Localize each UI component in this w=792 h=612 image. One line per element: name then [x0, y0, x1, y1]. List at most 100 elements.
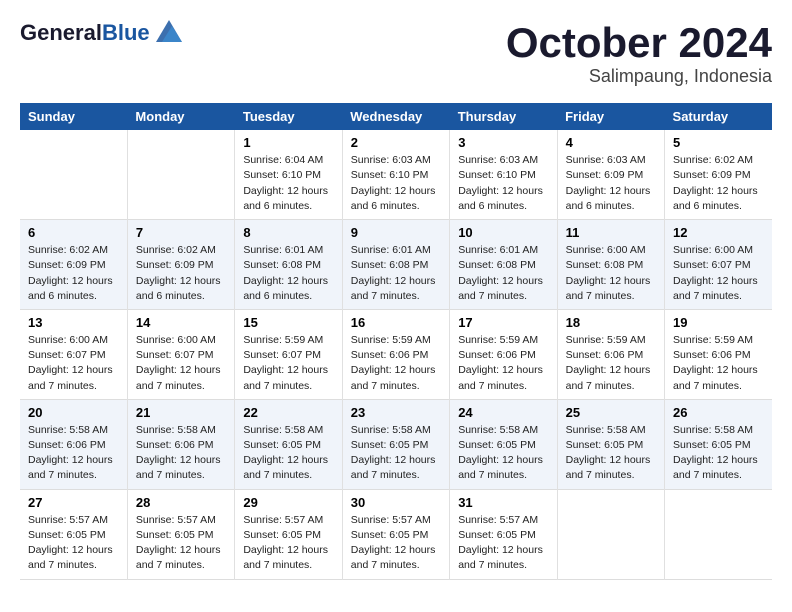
day-number: 27: [28, 495, 119, 510]
day-info: Sunrise: 6:03 AM Sunset: 6:09 PM Dayligh…: [566, 153, 656, 214]
calendar-cell-1-5: 3 Sunrise: 6:03 AM Sunset: 6:10 PM Daylig…: [450, 130, 557, 219]
calendar-cell-2-6: 11Sunrise: 6:00 AM Sunset: 6:08 PM Dayli…: [557, 220, 664, 310]
day-number: 26: [673, 405, 764, 420]
day-info: Sunrise: 5:58 AM Sunset: 6:05 PM Dayligh…: [243, 423, 333, 484]
day-number: 29: [243, 495, 333, 510]
calendar-cell-4-4: 23 Sunrise: 5:58 AM Sunset: 6:05 PM Dayli…: [342, 399, 449, 489]
calendar-cell-4-5: 24 Sunrise: 5:58 AM Sunset: 6:05 PM Dayli…: [450, 399, 557, 489]
calendar-cell-2-1: 6 Sunrise: 6:02 AM Sunset: 6:09 PM Daylig…: [20, 220, 127, 310]
calendar-cell-3-2: 14 Sunrise: 6:00 AM Sunset: 6:07 PM Dayli…: [127, 309, 234, 399]
day-number: 28: [136, 495, 226, 510]
location-subtitle: Salimpaung, Indonesia: [506, 66, 772, 87]
day-number: 20: [28, 405, 119, 420]
day-info: Sunrise: 6:02 AM Sunset: 6:09 PM Dayligh…: [136, 243, 226, 304]
day-number: 19: [673, 315, 764, 330]
day-info: Sunrise: 5:59 AM Sunset: 6:06 PM Dayligh…: [351, 333, 441, 394]
day-info: Sunrise: 6:03 AM Sunset: 6:10 PM Dayligh…: [351, 153, 441, 214]
day-number: 10: [458, 225, 548, 240]
weekday-thursday: Thursday: [450, 103, 557, 130]
title-block: October 2024 Salimpaung, Indonesia: [506, 20, 772, 87]
calendar-header: SundayMondayTuesdayWednesdayThursdayFrid…: [20, 103, 772, 130]
calendar-cell-5-1: 27 Sunrise: 5:57 AM Sunset: 6:05 PM Dayli…: [20, 489, 127, 579]
week-row-3: 13 Sunrise: 6:00 AM Sunset: 6:07 PM Dayli…: [20, 309, 772, 399]
day-info: Sunrise: 5:59 AM Sunset: 6:06 PM Dayligh…: [673, 333, 764, 394]
calendar-cell-3-4: 16 Sunrise: 5:59 AM Sunset: 6:06 PM Dayli…: [342, 309, 449, 399]
calendar-cell-2-5: 10Sunrise: 6:01 AM Sunset: 6:08 PM Dayli…: [450, 220, 557, 310]
calendar-cell-1-4: 2 Sunrise: 6:03 AM Sunset: 6:10 PM Daylig…: [342, 130, 449, 219]
day-number: 3: [458, 135, 548, 150]
logo-blue: Blue: [102, 20, 150, 45]
weekday-tuesday: Tuesday: [235, 103, 342, 130]
day-info: Sunrise: 6:03 AM Sunset: 6:10 PM Dayligh…: [458, 153, 548, 214]
day-info: Sunrise: 5:58 AM Sunset: 6:05 PM Dayligh…: [458, 423, 548, 484]
day-number: 12: [673, 225, 764, 240]
day-info: Sunrise: 5:58 AM Sunset: 6:05 PM Dayligh…: [566, 423, 656, 484]
day-number: 16: [351, 315, 441, 330]
calendar-cell-5-5: 31 Sunrise: 5:57 AM Sunset: 6:05 PM Dayli…: [450, 489, 557, 579]
day-number: 2: [351, 135, 441, 150]
day-info: Sunrise: 5:58 AM Sunset: 6:05 PM Dayligh…: [673, 423, 764, 484]
day-info: Sunrise: 5:59 AM Sunset: 6:07 PM Dayligh…: [243, 333, 333, 394]
day-number: 25: [566, 405, 656, 420]
day-number: 4: [566, 135, 656, 150]
calendar-cell-3-3: 15 Sunrise: 5:59 AM Sunset: 6:07 PM Dayli…: [235, 309, 342, 399]
day-number: 24: [458, 405, 548, 420]
day-info: Sunrise: 5:59 AM Sunset: 6:06 PM Dayligh…: [458, 333, 548, 394]
day-info: Sunrise: 6:01 AM Sunset: 6:08 PM Dayligh…: [243, 243, 333, 304]
calendar-cell-3-7: 19 Sunrise: 5:59 AM Sunset: 6:06 PM Dayli…: [665, 309, 772, 399]
day-number: 31: [458, 495, 548, 510]
calendar-cell-3-1: 13 Sunrise: 6:00 AM Sunset: 6:07 PM Dayli…: [20, 309, 127, 399]
day-info: Sunrise: 6:02 AM Sunset: 6:09 PM Dayligh…: [28, 243, 119, 304]
calendar-cell-1-3: 1Sunrise: 6:04 AM Sunset: 6:10 PM Daylig…: [235, 130, 342, 219]
week-row-1: 1Sunrise: 6:04 AM Sunset: 6:10 PM Daylig…: [20, 130, 772, 219]
calendar-cell-4-6: 25 Sunrise: 5:58 AM Sunset: 6:05 PM Dayli…: [557, 399, 664, 489]
day-info: Sunrise: 5:57 AM Sunset: 6:05 PM Dayligh…: [458, 513, 548, 574]
day-info: Sunrise: 6:00 AM Sunset: 6:07 PM Dayligh…: [28, 333, 119, 394]
weekday-wednesday: Wednesday: [342, 103, 449, 130]
calendar-cell-3-6: 18Sunrise: 5:59 AM Sunset: 6:06 PM Dayli…: [557, 309, 664, 399]
day-number: 5: [673, 135, 764, 150]
day-number: 9: [351, 225, 441, 240]
logo: GeneralBlue: [20, 20, 186, 46]
calendar-cell-1-1: [20, 130, 127, 219]
calendar-cell-5-2: 28 Sunrise: 5:57 AM Sunset: 6:05 PM Dayli…: [127, 489, 234, 579]
calendar-cell-5-3: 29Sunrise: 5:57 AM Sunset: 6:05 PM Dayli…: [235, 489, 342, 579]
day-info: Sunrise: 5:57 AM Sunset: 6:05 PM Dayligh…: [136, 513, 226, 574]
day-number: 6: [28, 225, 119, 240]
day-info: Sunrise: 6:00 AM Sunset: 6:07 PM Dayligh…: [136, 333, 226, 394]
day-number: 14: [136, 315, 226, 330]
calendar-cell-4-2: 21Sunrise: 5:58 AM Sunset: 6:06 PM Dayli…: [127, 399, 234, 489]
calendar-body: 1Sunrise: 6:04 AM Sunset: 6:10 PM Daylig…: [20, 130, 772, 579]
calendar-cell-4-7: 26 Sunrise: 5:58 AM Sunset: 6:05 PM Dayli…: [665, 399, 772, 489]
day-number: 22: [243, 405, 333, 420]
day-number: 7: [136, 225, 226, 240]
day-number: 21: [136, 405, 226, 420]
weekday-saturday: Saturday: [665, 103, 772, 130]
calendar-cell-2-2: 7 Sunrise: 6:02 AM Sunset: 6:09 PM Daylig…: [127, 220, 234, 310]
calendar-cell-5-6: [557, 489, 664, 579]
week-row-5: 27 Sunrise: 5:57 AM Sunset: 6:05 PM Dayli…: [20, 489, 772, 579]
day-number: 17: [458, 315, 548, 330]
calendar-cell-5-4: 30Sunrise: 5:57 AM Sunset: 6:05 PM Dayli…: [342, 489, 449, 579]
calendar-cell-1-6: 4 Sunrise: 6:03 AM Sunset: 6:09 PM Daylig…: [557, 130, 664, 219]
day-info: Sunrise: 6:02 AM Sunset: 6:09 PM Dayligh…: [673, 153, 764, 214]
weekday-sunday: Sunday: [20, 103, 127, 130]
day-number: 30: [351, 495, 441, 510]
day-info: Sunrise: 6:00 AM Sunset: 6:07 PM Dayligh…: [673, 243, 764, 304]
day-number: 15: [243, 315, 333, 330]
day-number: 13: [28, 315, 119, 330]
calendar-cell-2-3: 8Sunrise: 6:01 AM Sunset: 6:08 PM Daylig…: [235, 220, 342, 310]
day-number: 23: [351, 405, 441, 420]
day-number: 18: [566, 315, 656, 330]
weekday-monday: Monday: [127, 103, 234, 130]
calendar-cell-2-7: 12 Sunrise: 6:00 AM Sunset: 6:07 PM Dayli…: [665, 220, 772, 310]
calendar-cell-3-5: 17 Sunrise: 5:59 AM Sunset: 6:06 PM Dayli…: [450, 309, 557, 399]
day-number: 1: [243, 135, 333, 150]
day-info: Sunrise: 5:58 AM Sunset: 6:05 PM Dayligh…: [351, 423, 441, 484]
weekday-header-row: SundayMondayTuesdayWednesdayThursdayFrid…: [20, 103, 772, 130]
week-row-4: 20Sunrise: 5:58 AM Sunset: 6:06 PM Dayli…: [20, 399, 772, 489]
calendar-cell-1-7: 5 Sunrise: 6:02 AM Sunset: 6:09 PM Daylig…: [665, 130, 772, 219]
calendar-cell-2-4: 9Sunrise: 6:01 AM Sunset: 6:08 PM Daylig…: [342, 220, 449, 310]
calendar-cell-1-2: [127, 130, 234, 219]
day-info: Sunrise: 5:57 AM Sunset: 6:05 PM Dayligh…: [28, 513, 119, 574]
